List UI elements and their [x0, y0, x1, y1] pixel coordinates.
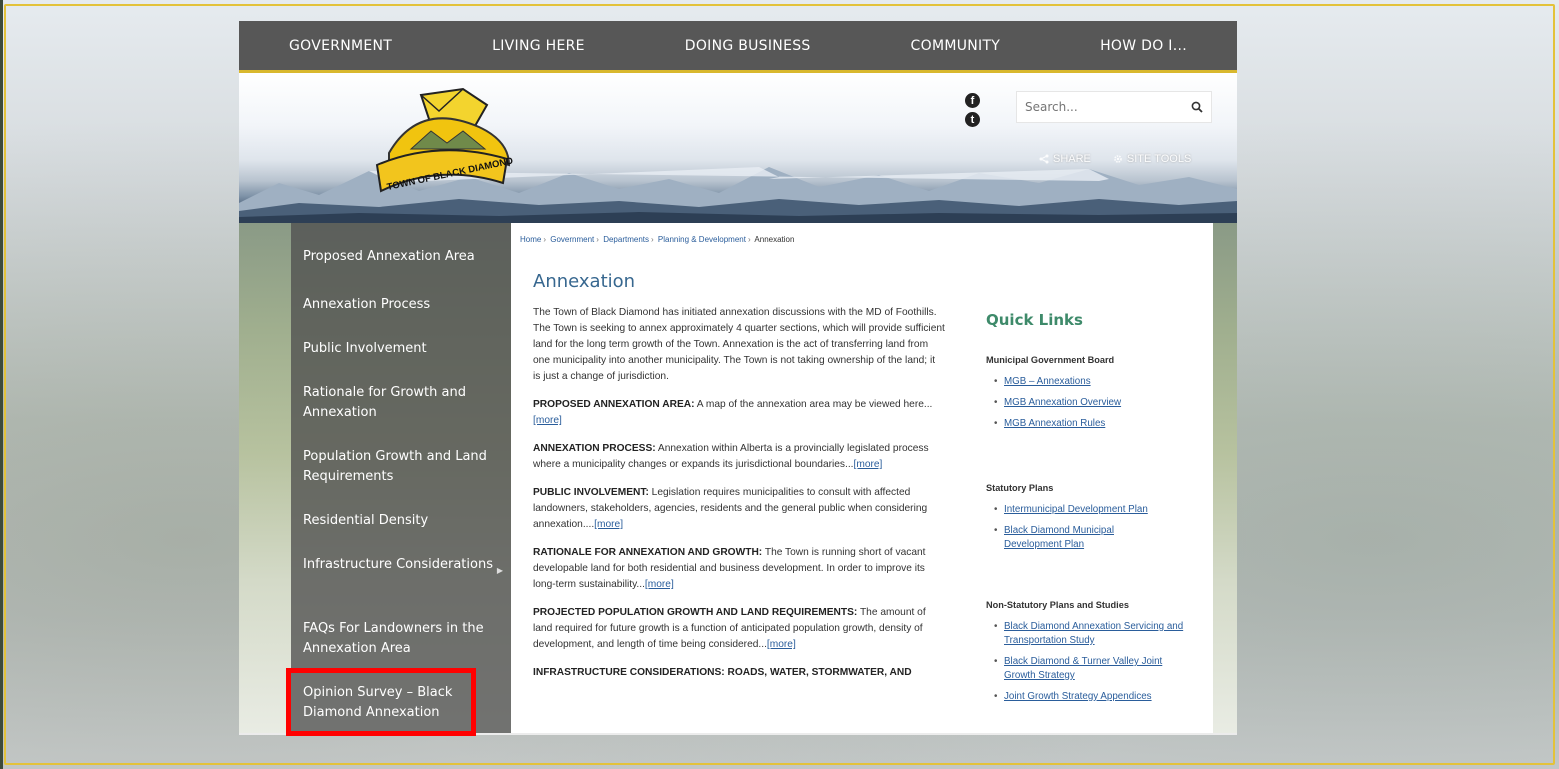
site-container: GOVERNMENT LIVING HERE DOING BUSINESS CO…: [239, 21, 1237, 735]
side-item-public-involvement[interactable]: Public Involvement: [291, 339, 511, 359]
breadcrumb: Home › Government › Departments › Planning …: [520, 235, 795, 244]
nav-doing-business[interactable]: DOING BUSINESS: [665, 38, 831, 54]
gear-icon: [1114, 155, 1122, 163]
header-banner: TOWN OF BLACK DIAMOND f t SHARE SITE TOO…: [239, 73, 1237, 223]
ql-group-heading: Municipal Government Board: [986, 355, 1115, 365]
side-item-population-growth[interactable]: Population Growth and Land Requirements: [291, 447, 511, 487]
side-item-annexation-process[interactable]: Annexation Process: [291, 295, 511, 315]
side-item-opinion-survey[interactable]: Opinion Survey – Black Diamond Annexatio…: [291, 683, 511, 723]
more-link[interactable]: [more]: [533, 415, 562, 426]
breadcrumb-planning[interactable]: Planning & Development: [658, 235, 746, 244]
ql-link[interactable]: Black Diamond Annexation Servicing and T…: [994, 620, 1204, 648]
ql-list-statutory: Intermunicipal Development Plan Black Di…: [986, 503, 1206, 552]
left-edge-strip: [0, 0, 3, 769]
ql-link[interactable]: Joint Growth Strategy Appendices: [994, 690, 1206, 704]
nav-government[interactable]: GOVERNMENT: [269, 38, 412, 54]
chevron-right-icon: ▶: [496, 566, 503, 575]
ql-group-heading: Non-Statutory Plans and Studies: [986, 600, 1129, 610]
section-annexation-process: ANNEXATION PROCESS: Annexation within Al…: [533, 443, 929, 470]
quick-links: Quick Links Municipal Government Board M…: [986, 311, 1206, 711]
ql-link[interactable]: Black Diamond Municipal Development Plan: [994, 524, 1154, 552]
social-links: f t: [965, 93, 980, 127]
ql-list-non-statutory: Black Diamond Annexation Servicing and T…: [986, 620, 1206, 704]
page-title: Annexation: [533, 271, 636, 292]
side-item-infrastructure[interactable]: Infrastructure Considerations ▶: [291, 555, 511, 575]
intro-paragraph: The Town of Black Diamond has initiated …: [533, 307, 945, 382]
search-box: [1016, 91, 1212, 123]
main-content: Home › Government › Departments › Planning …: [511, 223, 1213, 735]
search-icon[interactable]: [1183, 101, 1211, 113]
share-button[interactable]: SHARE: [1039, 153, 1091, 165]
facebook-icon[interactable]: f: [965, 93, 980, 108]
quick-links-title: Quick Links: [986, 311, 1083, 329]
ql-link[interactable]: MGB Annexation Rules: [994, 417, 1206, 431]
header-tools: SHARE SITE TOOLS: [1039, 153, 1191, 165]
ql-list-mgb: MGB – Annexations MGB Annexation Overvie…: [986, 375, 1206, 431]
ql-link[interactable]: MGB – Annexations: [994, 375, 1206, 389]
side-item-proposed-annexation-area[interactable]: Proposed Annexation Area: [291, 247, 511, 267]
more-link[interactable]: [more]: [854, 459, 883, 470]
nav-how-do-i[interactable]: HOW DO I...: [1080, 38, 1207, 54]
more-link[interactable]: [more]: [594, 519, 623, 530]
ql-link[interactable]: Black Diamond & Turner Valley Joint Grow…: [994, 655, 1184, 683]
town-logo[interactable]: TOWN OF BLACK DIAMOND: [359, 87, 519, 199]
nav-community[interactable]: COMMUNITY: [891, 38, 1021, 54]
ql-link[interactable]: Intermunicipal Development Plan: [994, 503, 1206, 517]
section-proposed-area: PROPOSED ANNEXATION AREA: A map of the a…: [533, 399, 933, 426]
section-public-involvement: PUBLIC INVOLVEMENT: Legislation requires…: [533, 487, 928, 530]
page-cutoff: [239, 733, 1237, 735]
breadcrumb-departments[interactable]: Departments: [603, 235, 649, 244]
share-label: SHARE: [1053, 153, 1091, 165]
ql-link[interactable]: MGB Annexation Overview: [994, 396, 1206, 410]
more-link[interactable]: [more]: [645, 579, 674, 590]
side-navigation: Proposed Annexation Area Annexation Proc…: [291, 223, 511, 735]
side-item-rationale[interactable]: Rationale for Growth and Annexation: [291, 383, 511, 423]
side-item-residential-density[interactable]: Residential Density: [291, 511, 511, 531]
side-item-faqs[interactable]: FAQs For Landowners in the Annexation Ar…: [291, 619, 511, 659]
site-tools-label: SITE TOOLS: [1126, 153, 1192, 165]
section-population: PROJECTED POPULATION GROWTH AND LAND REQ…: [533, 607, 926, 650]
breadcrumb-home[interactable]: Home: [520, 235, 541, 244]
top-navigation: GOVERNMENT LIVING HERE DOING BUSINESS CO…: [239, 21, 1237, 73]
section-infrastructure: INFRASTRUCTURE CONSIDERATIONS: ROADS, WA…: [533, 667, 912, 678]
article-body: The Town of Black Diamond has initiated …: [533, 305, 945, 693]
twitter-icon[interactable]: t: [965, 112, 980, 127]
nav-living-here[interactable]: LIVING HERE: [472, 38, 605, 54]
section-rationale: RATIONALE FOR ANNEXATION AND GROWTH: The…: [533, 547, 926, 590]
share-icon: [1039, 154, 1049, 164]
site-tools-button[interactable]: SITE TOOLS: [1113, 153, 1191, 165]
ql-group-heading: Statutory Plans: [986, 483, 1054, 493]
more-link[interactable]: [more]: [767, 639, 796, 650]
breadcrumb-current: Annexation: [754, 235, 795, 244]
search-input[interactable]: [1017, 99, 1183, 115]
breadcrumb-government[interactable]: Government: [550, 235, 594, 244]
